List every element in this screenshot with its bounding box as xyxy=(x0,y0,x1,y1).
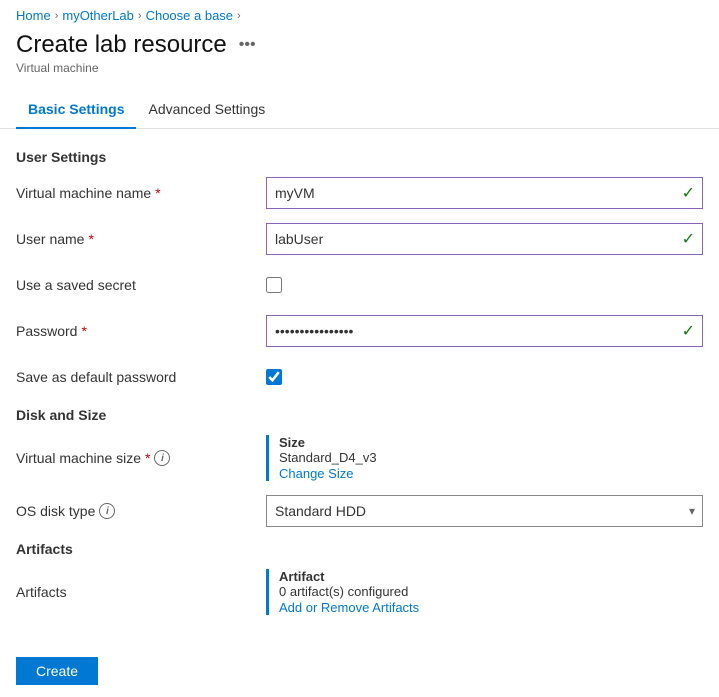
username-label: User name * xyxy=(16,231,266,247)
page-title: Create lab resource xyxy=(16,31,227,59)
artifact-count: 0 artifact(s) configured xyxy=(279,584,703,599)
breadcrumb-sep-1: › xyxy=(55,10,59,22)
page-header: Create lab resource ••• Virtual machine xyxy=(0,27,719,83)
username-row: User name * ✓ xyxy=(16,223,703,255)
tab-basic-settings[interactable]: Basic Settings xyxy=(16,91,136,129)
disk-size-section-title: Disk and Size xyxy=(16,407,703,423)
breadcrumb-lab[interactable]: myOtherLab xyxy=(62,8,134,23)
password-check-icon: ✓ xyxy=(682,321,695,341)
footer: Create xyxy=(0,645,719,697)
change-size-link[interactable]: Change Size xyxy=(279,466,353,481)
breadcrumb-sep-2: › xyxy=(138,10,142,22)
password-input[interactable] xyxy=(266,315,703,347)
password-control: ✓ xyxy=(266,315,703,347)
size-value: Standard_D4_v3 xyxy=(279,450,703,465)
password-row: Password * ✓ xyxy=(16,315,703,347)
page-subtitle: Virtual machine xyxy=(16,61,703,75)
save-default-row: Save as default password xyxy=(16,361,703,393)
save-default-control xyxy=(266,369,703,385)
password-label: Password * xyxy=(16,323,266,339)
vm-size-display: Size Standard_D4_v3 Change Size xyxy=(266,435,703,481)
os-disk-label: OS disk type i xyxy=(16,503,266,519)
artifact-heading: Artifact xyxy=(279,569,703,584)
save-default-label: Save as default password xyxy=(16,369,266,385)
user-settings-section-title: User Settings xyxy=(16,149,703,165)
artifact-link[interactable]: Add or Remove Artifacts xyxy=(279,600,419,615)
tab-advanced-settings[interactable]: Advanced Settings xyxy=(136,91,277,129)
vm-size-label: Virtual machine size * i xyxy=(16,450,266,466)
breadcrumb: Home › myOtherLab › Choose a base › xyxy=(0,0,719,27)
tab-bar: Basic Settings Advanced Settings xyxy=(0,91,719,129)
vm-name-check-icon: ✓ xyxy=(682,183,695,203)
vm-name-required: * xyxy=(155,185,160,201)
breadcrumb-home[interactable]: Home xyxy=(16,8,51,23)
size-heading: Size xyxy=(279,435,703,450)
artifact-display: Artifact 0 artifact(s) configured Add or… xyxy=(266,569,703,615)
form-content: User Settings Virtual machine name * ✓ U… xyxy=(0,129,719,645)
create-button[interactable]: Create xyxy=(16,657,98,685)
artifacts-section-title: Artifacts xyxy=(16,541,703,557)
os-disk-select-wrapper: Standard HDD Standard SSD Premium SSD ▾ xyxy=(266,495,703,527)
artifacts-row: Artifacts Artifact 0 artifact(s) configu… xyxy=(16,569,703,615)
username-control: ✓ xyxy=(266,223,703,255)
username-check-icon: ✓ xyxy=(682,229,695,249)
breadcrumb-sep-3: › xyxy=(237,10,241,22)
vm-size-required: * xyxy=(145,450,150,466)
saved-secret-row: Use a saved secret xyxy=(16,269,703,301)
username-required: * xyxy=(88,231,93,247)
os-disk-info-icon[interactable]: i xyxy=(99,503,115,519)
artifacts-label: Artifacts xyxy=(16,584,266,600)
vm-name-input[interactable] xyxy=(266,177,703,209)
vm-name-row: Virtual machine name * ✓ xyxy=(16,177,703,209)
password-required: * xyxy=(81,323,86,339)
saved-secret-checkbox[interactable] xyxy=(266,277,282,293)
saved-secret-control xyxy=(266,277,703,293)
saved-secret-label: Use a saved secret xyxy=(16,277,266,293)
os-disk-row: OS disk type i Standard HDD Standard SSD… xyxy=(16,495,703,527)
more-options-button[interactable]: ••• xyxy=(235,34,260,56)
vm-name-control: ✓ xyxy=(266,177,703,209)
vm-size-info-icon[interactable]: i xyxy=(154,450,170,466)
username-input[interactable] xyxy=(266,223,703,255)
vm-name-label: Virtual machine name * xyxy=(16,185,266,201)
breadcrumb-choose-base[interactable]: Choose a base xyxy=(146,8,233,23)
os-disk-select[interactable]: Standard HDD Standard SSD Premium SSD xyxy=(266,495,703,527)
vm-size-row: Virtual machine size * i Size Standard_D… xyxy=(16,435,703,481)
save-default-checkbox[interactable] xyxy=(266,369,282,385)
